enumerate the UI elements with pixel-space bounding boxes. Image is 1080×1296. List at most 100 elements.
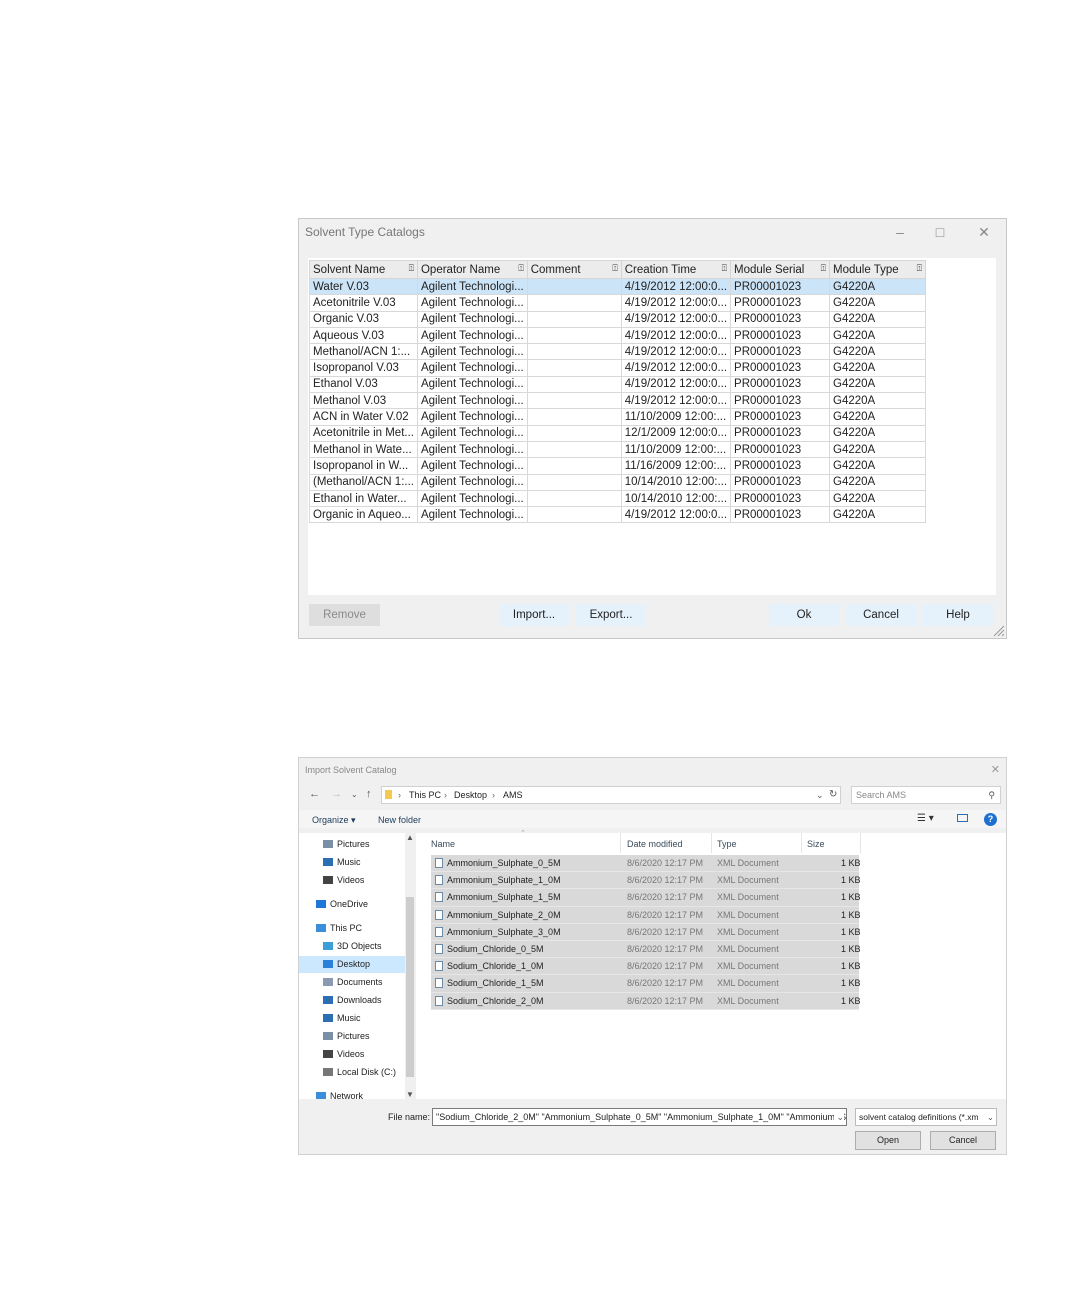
table-row[interactable]: Methanol in Wate... Agilent Technologi...… [309,440,927,459]
preview-pane-icon[interactable] [957,814,968,822]
table-row[interactable]: Aqueous V.03 Agilent Technologi... 4/19/20… [309,326,927,345]
cancel-button[interactable]: Cancel [930,1131,996,1150]
pin-icon[interactable]: ⍐ [917,263,922,274]
back-arrow-icon[interactable]: ← [309,788,320,800]
ok-button[interactable]: Ok [769,604,839,626]
column-header-size[interactable]: Size [807,839,825,849]
file-row[interactable]: Ammonium_Sulphate_0_5M 8/6/2020 12:17 PM X… [431,855,861,873]
column-header[interactable]: Module Serial ⍐ [730,260,831,279]
file-type-dropdown-icon[interactable]: ⌄ [984,1109,994,1125]
scroll-down-icon[interactable]: ▼ [406,1090,414,1099]
table-row[interactable]: (Methanol/ACN 1:... Agilent Technologi...… [309,473,927,491]
file-row[interactable]: Ammonium_Sulphate_3_0M 8/6/2020 12:17 PM X… [431,923,861,941]
table-row[interactable]: Acetonitrile in Met... Agilent Technologi… [309,424,927,442]
file-type: XML Document [717,875,779,886]
column-header[interactable]: Solvent Name ⍐ [309,260,418,279]
table-row[interactable]: Acetonitrile V.03 Agilent Technologi... 4/… [309,294,927,312]
search-placeholder: Search AMS [856,790,907,800]
pin-icon[interactable]: ⍐ [821,263,826,274]
navigation-scrollbar[interactable]: ▲ ▼ [405,833,415,1099]
remove-button[interactable]: Remove [309,604,380,626]
pin-icon[interactable]: ⍐ [518,263,523,274]
minimize-icon[interactable]: – [885,221,915,243]
column-header[interactable]: Operator Name ⍐ [416,260,528,279]
nav-item[interactable]: Videos [299,1046,405,1063]
table-row[interactable]: Organic V.03 Agilent Technologi... 4/19/20… [309,310,927,328]
import-button[interactable]: Import... [499,604,569,626]
breadcrumb-desktop[interactable]: Desktop [454,787,487,803]
view-options-icon[interactable]: ☰ ▾ [917,813,934,824]
table-row[interactable]: Isopropanol in W... Agilent Technologi...… [309,457,927,475]
scroll-up-icon[interactable]: ▲ [406,833,414,842]
column-header[interactable]: Comment ⍐ [526,260,622,279]
file-row[interactable]: Ammonium_Sulphate_2_0M 8/6/2020 12:17 PM X… [431,906,861,924]
nav-item[interactable]: Documents [299,974,405,991]
file-type-select[interactable]: solvent catalog definitions (*.xm ⌄ [855,1108,997,1126]
organize-button[interactable]: Organize ▾ [312,815,356,826]
refresh-icon[interactable]: ↻ [829,787,837,803]
file-name-input[interactable]: "Sodium_Chloride_2_0M" "Ammonium_Sulphat… [432,1108,847,1126]
column-header-date-modified[interactable]: Date modified [627,839,683,849]
table-row[interactable]: Organic in Aqueo... Agilent Technologi...… [309,506,927,524]
column-header-type[interactable]: Type [717,839,737,849]
column-header[interactable]: Module Type ⍐ [829,260,927,279]
search-input[interactable]: Search AMS ⚲ [851,786,1001,804]
breadcrumb-ams[interactable]: AMS [503,787,523,803]
file-row[interactable]: Sodium_Chloride_0_5M 8/6/2020 12:17 PM XML… [431,940,861,959]
nav-item[interactable]: Network [299,1088,405,1099]
file-row[interactable]: Sodium_Chloride_1_0M 8/6/2020 12:17 PM XML… [431,958,861,976]
file-name-dropdown-icon[interactable]: ⌄ [834,1109,844,1125]
nav-item[interactable]: Downloads [299,992,405,1009]
file-type: XML Document [717,995,779,1006]
close-icon[interactable]: ✕ [969,221,999,243]
forward-arrow-icon[interactable]: → [331,788,342,800]
table-row[interactable]: Isopropanol V.03 Agilent Technologi... 4/1… [309,359,927,377]
table-row[interactable]: Methanol/ACN 1:... Agilent Technologi... 4… [309,343,927,361]
address-bar[interactable]: › This PC › Desktop › AMS ⌄ ↻ [381,786,841,804]
resize-grip-icon[interactable] [993,625,1005,637]
nav-item[interactable]: Music [299,1010,405,1027]
table-row[interactable]: Methanol V.03 Agilent Technologi... 4/19/2… [309,392,927,410]
pin-icon[interactable]: ⍐ [409,263,414,274]
close-icon[interactable]: ✕ [991,763,1000,776]
scrollbar-thumb[interactable] [406,897,414,1077]
breadcrumb-separator-icon: › [398,790,401,800]
pin-icon[interactable]: ⍐ [612,263,617,274]
maximize-icon[interactable]: □ [925,221,955,243]
column-header[interactable]: Creation Time ⍐ [620,260,732,279]
file-row[interactable]: Ammonium_Sulphate_1_0M 8/6/2020 12:17 PM X… [431,872,861,890]
table-cell: Agilent Technologi... [416,408,528,426]
help-button[interactable]: Help [922,604,994,626]
table-row[interactable]: Ethanol V.03 Agilent Technologi... 4/19/20… [309,375,927,394]
file-row[interactable]: Ammonium_Sulphate_1_5M 8/6/2020 12:17 PM X… [431,889,861,907]
nav-item[interactable]: 3D Objects [299,938,405,955]
nav-item[interactable]: Pictures⍐ [299,836,405,853]
new-folder-button[interactable]: New folder [378,815,421,825]
nav-item[interactable]: Local Disk (C:) [299,1064,405,1081]
cancel-button[interactable]: Cancel [845,604,917,626]
pin-icon[interactable]: ⍐ [722,263,727,274]
nav-item[interactable]: Music [299,854,405,871]
table-row[interactable]: ACN in Water V.02 Agilent Technologi... 11… [309,408,927,426]
help-icon[interactable]: ? [984,813,997,826]
recent-chevron-icon[interactable]: ⌄ [351,790,358,799]
nav-item[interactable]: Desktop [299,956,405,973]
nav-item-label: OneDrive [330,899,369,909]
column-header-name[interactable]: Name [431,839,455,849]
file-row[interactable]: Sodium_Chloride_1_5M 8/6/2020 12:17 PM XML… [431,975,861,993]
up-arrow-icon[interactable]: ↑ [366,788,372,800]
disk-icon [323,1068,333,1076]
nav-item[interactable]: Videos [299,872,405,889]
table-cell: Methanol V.03 [309,392,418,410]
nav-item[interactable]: Pictures [299,1028,405,1045]
export-button[interactable]: Export... [576,604,646,626]
file-row[interactable]: Sodium_Chloride_2_0M 8/6/2020 12:17 PM XML… [431,992,861,1010]
file-date: 8/6/2020 12:17 PM [627,909,704,920]
nav-item[interactable]: OneDrive [299,896,405,913]
nav-item[interactable]: This PC [299,920,405,937]
address-dropdown-icon[interactable]: ⌄ [816,787,824,803]
table-row[interactable]: Ethanol in Water... Agilent Technologi...… [309,489,927,508]
open-button[interactable]: Open [855,1131,921,1150]
breadcrumb-this-pc[interactable]: This PC [409,787,441,803]
table-row[interactable]: Water V.03 Agilent Technologi... 4/19/2012… [309,277,927,296]
